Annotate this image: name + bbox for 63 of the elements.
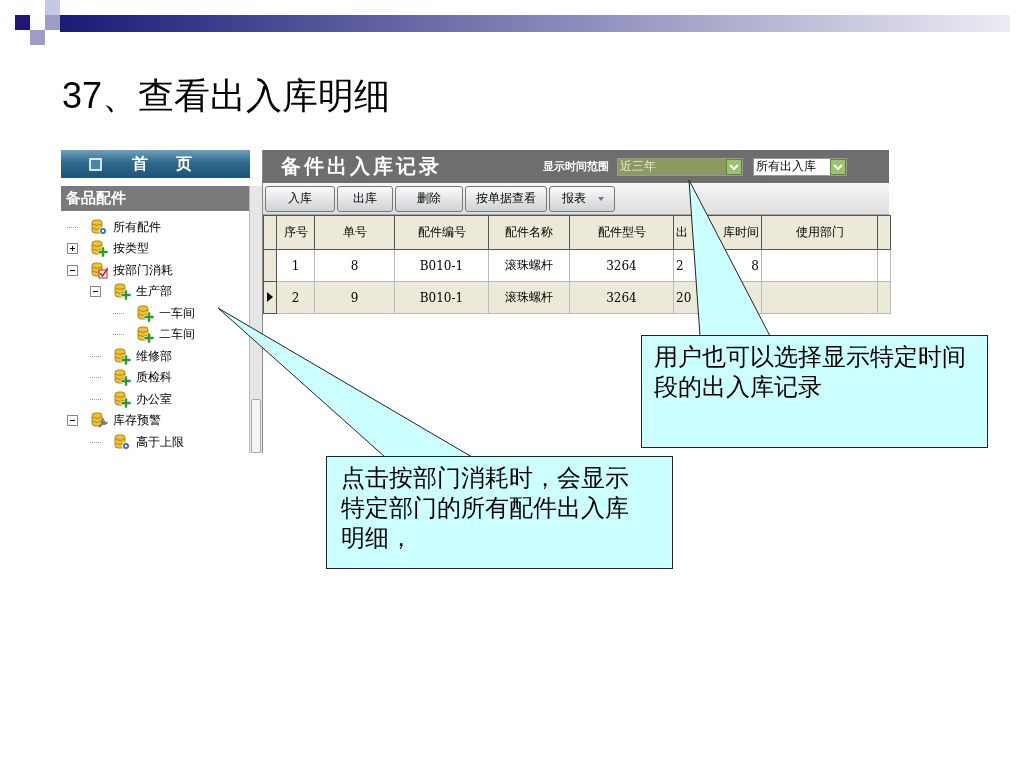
database-wrench-icon <box>91 412 108 430</box>
database-plus-icon <box>137 326 154 344</box>
table-cell: 滚珠螺杆 <box>488 249 570 282</box>
toolbar-button[interactable]: 报表 <box>549 185 615 212</box>
column-header[interactable]: 使用部门 <box>761 215 878 250</box>
column-header[interactable]: 单号 <box>314 215 395 250</box>
tree-item[interactable]: 二车间 <box>159 326 195 344</box>
column-header-fragment: 库时间 <box>723 224 759 241</box>
table-cell: 1 <box>276 249 315 282</box>
tree-item[interactable]: 库存预警 <box>113 412 161 430</box>
scrollbar[interactable] <box>249 185 262 453</box>
collapse-toggle[interactable] <box>90 286 101 298</box>
table-cell: B010-1 <box>394 281 489 314</box>
column-header[interactable]: 配件名称 <box>488 215 570 250</box>
toolbar-button[interactable]: 按单据查看 <box>465 185 547 212</box>
database-plus-icon <box>114 390 131 408</box>
table-cell: 9 <box>314 281 395 314</box>
table-cell: 8 <box>314 249 395 282</box>
column-header[interactable]: 配件编号 <box>394 215 489 250</box>
database-plus-icon <box>91 240 108 258</box>
table-cell: 3264 <box>569 249 674 282</box>
panel-title: 备品配件 <box>61 185 250 211</box>
slide-title: 37、查看出入库明细 <box>62 74 391 118</box>
toolbar-button[interactable]: 出库 <box>337 185 393 212</box>
tree-item[interactable]: 维修部 <box>136 347 172 365</box>
field-label: 显示时间范围 <box>543 159 609 174</box>
database-plus-icon <box>114 347 131 365</box>
column-header[interactable]: 配件型号 <box>569 215 674 250</box>
database-gear-icon <box>91 218 108 236</box>
expand-toggle[interactable] <box>67 243 78 255</box>
table-cell: 3264 <box>569 281 674 314</box>
cell-text-fragment: 8 <box>751 258 759 273</box>
caret-icon <box>598 196 604 201</box>
column-header[interactable]: 序号 <box>276 215 315 250</box>
table-cell: B010-1 <box>394 249 489 282</box>
tree-item[interactable]: 高于上限 <box>136 433 184 451</box>
tree-item[interactable]: 办公室 <box>136 390 172 408</box>
collapse-toggle[interactable] <box>67 264 78 276</box>
table-row[interactable]: 2 9 B010-1 滚珠螺杆 3264 20 <box>263 281 891 314</box>
cell-text-fragment: 2 <box>676 258 684 273</box>
database-gear-icon <box>114 433 131 451</box>
home-tab[interactable]: 首 页 <box>61 150 250 179</box>
toolbar-button[interactable]: 入库 <box>265 185 335 212</box>
tree-item[interactable]: 所有配件 <box>113 218 161 236</box>
tree-item[interactable]: 按部门消耗 <box>113 261 173 279</box>
square-icon <box>89 157 102 171</box>
database-plus-icon <box>137 304 154 322</box>
row-pointer-icon <box>267 291 273 302</box>
table-cell: 滚珠螺杆 <box>488 281 570 314</box>
record-type-select[interactable]: 所有出入库 <box>753 157 847 176</box>
collapse-toggle[interactable] <box>67 415 78 427</box>
callout-note: 点击按部门消耗时，会显示特定部门的所有配件出入库明细， <box>326 456 673 569</box>
database-plus-icon <box>114 283 131 301</box>
column-header-fragment: 出 <box>676 224 688 241</box>
panel-title: 备件出入库记录 <box>281 153 443 180</box>
tree-item[interactable]: 生产部 <box>136 283 172 301</box>
cell-text-fragment: 20 <box>676 290 692 305</box>
database-plus-icon <box>114 369 131 387</box>
toolbar-button[interactable]: 删除 <box>395 185 463 212</box>
tree-item[interactable]: 按类型 <box>113 240 149 258</box>
database-check-icon <box>91 261 108 279</box>
tree-item[interactable]: 质检科 <box>136 369 172 387</box>
tree-item[interactable]: 一车间 <box>159 304 195 322</box>
